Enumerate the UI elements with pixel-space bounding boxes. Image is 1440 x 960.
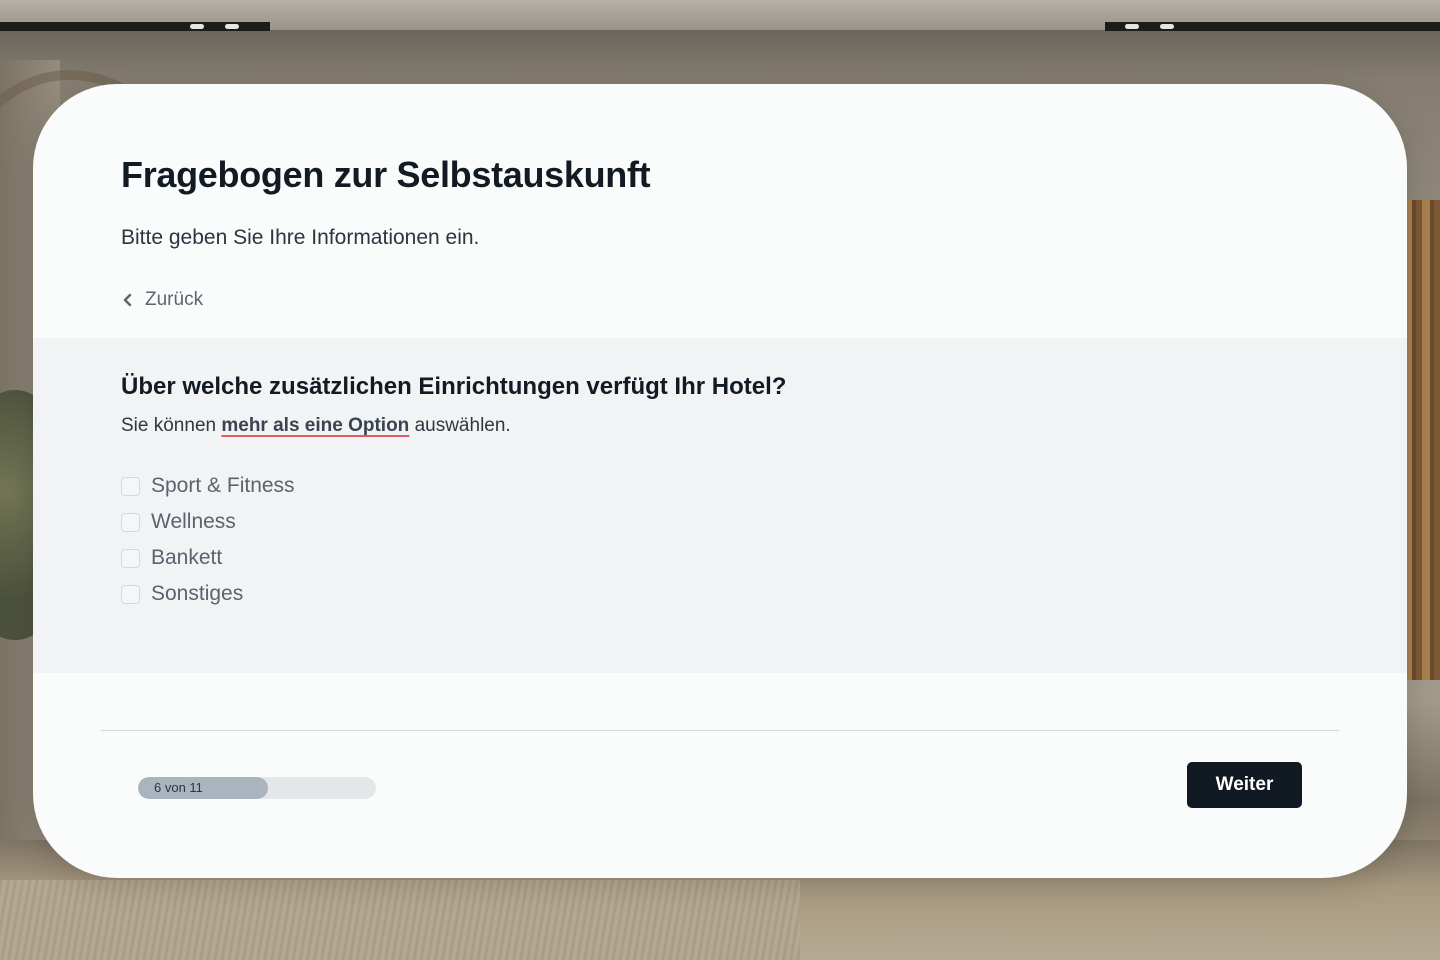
question-section: Über welche zusätzlichen Einrichtungen v… (33, 338, 1407, 673)
option-label: Sport & Fitness (151, 474, 295, 497)
back-link-label: Zurück (145, 289, 204, 310)
ceiling-light-rail (1105, 22, 1440, 31)
hint-emphasis: mehr als eine Option (221, 415, 410, 436)
footer-divider (101, 730, 1339, 731)
hint-text-after: auswählen. (409, 415, 511, 436)
option-wellness[interactable]: Wellness (121, 504, 295, 540)
page-title: Fragebogen zur Selbstauskunft (121, 154, 651, 195)
spotlight (225, 24, 239, 29)
page-subtitle: Bitte geben Sie Ihre Informationen ein. (121, 226, 480, 249)
chevron-left-icon (123, 293, 132, 307)
rug (0, 880, 800, 960)
next-button[interactable]: Weiter (1187, 762, 1302, 808)
spotlight (1160, 24, 1174, 29)
question-hint: Sie können mehr als eine Option auswähle… (121, 415, 511, 437)
spotlight (190, 24, 204, 29)
back-link[interactable]: Zurück (121, 289, 203, 311)
option-sonstiges[interactable]: Sonstiges (121, 576, 295, 612)
checkbox[interactable] (121, 476, 140, 496)
checkbox[interactable] (121, 584, 140, 604)
spotlight (1125, 24, 1139, 29)
checkbox[interactable] (121, 512, 140, 532)
option-label: Sonstiges (151, 582, 244, 605)
option-bankett[interactable]: Bankett (121, 540, 295, 576)
options-list: Sport & Fitness Wellness Bankett Sonstig… (121, 468, 295, 612)
checkbox[interactable] (121, 548, 140, 568)
option-sport-fitness[interactable]: Sport & Fitness (121, 468, 295, 504)
form-header: Fragebogen zur Selbstauskunft Bitte gebe… (33, 84, 1407, 338)
hint-text-before: Sie können (121, 415, 222, 436)
option-label: Bankett (151, 546, 223, 569)
option-label: Wellness (151, 510, 236, 533)
question-title: Über welche zusätzlichen Einrichtungen v… (121, 373, 787, 400)
progress-bar: 6 von 11 (138, 777, 376, 799)
progress-text: 6 von 11 (154, 780, 203, 795)
questionnaire-card: Fragebogen zur Selbstauskunft Bitte gebe… (33, 84, 1407, 878)
